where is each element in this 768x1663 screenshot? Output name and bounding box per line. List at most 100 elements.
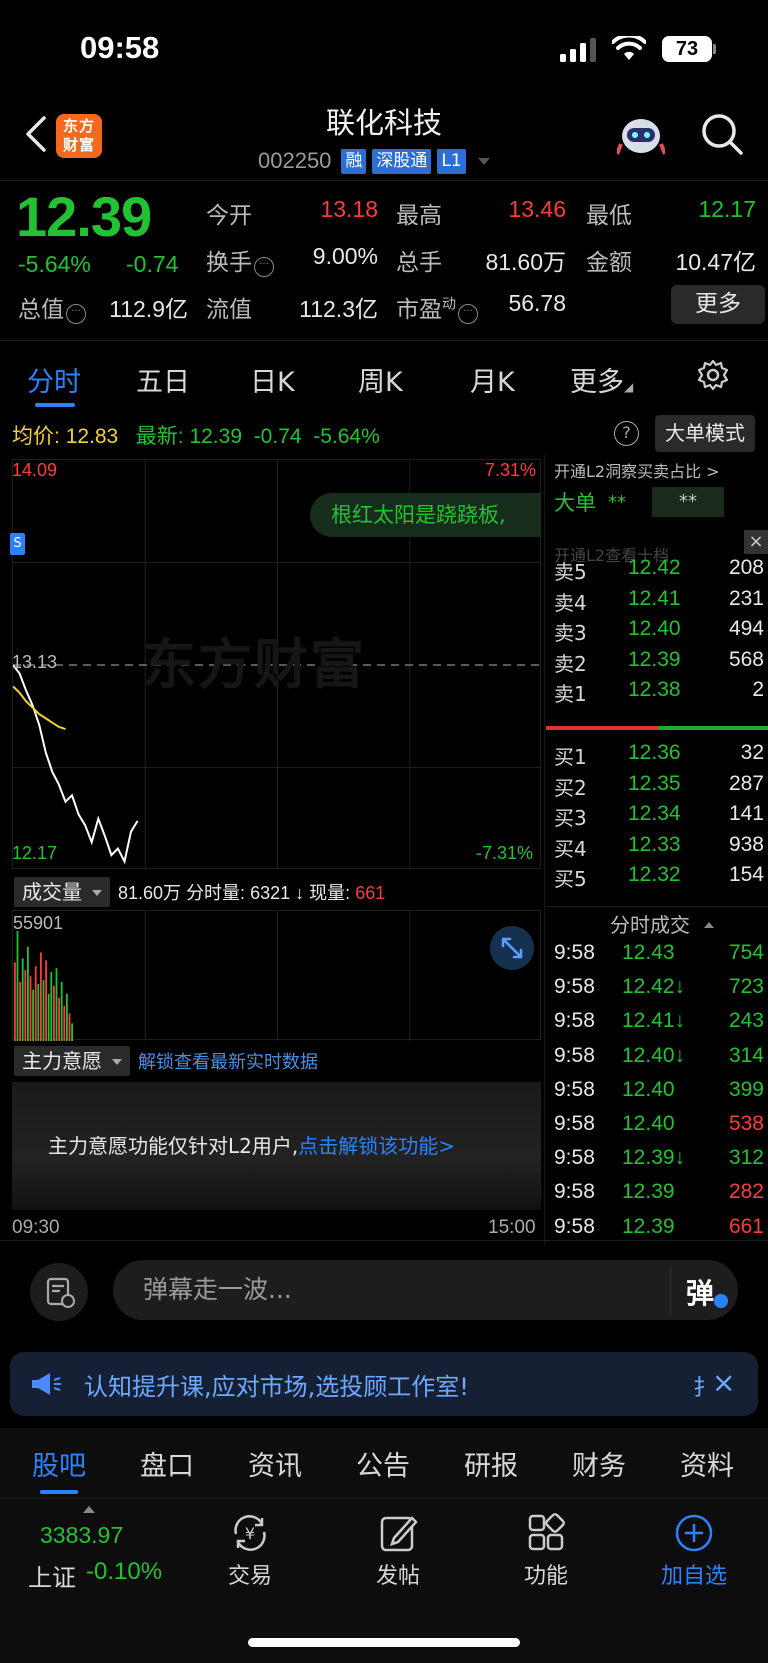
home-indicator[interactable] [248,1638,520,1647]
expand-chart-button[interactable] [490,926,534,970]
volume-chart[interactable]: 55901 [12,910,541,1041]
ask-row[interactable]: 卖2 12.39 568 [554,648,764,680]
ask-row[interactable]: 卖5 12.42 208 [554,556,764,588]
tab-order-book[interactable]: 盘口 [140,1444,194,1483]
tab-financials[interactable]: 财务 [572,1444,626,1483]
ask-level: 卖5 [554,560,587,584]
ratio-bar-sell [546,726,658,730]
bid-row[interactable]: 买3 12.34 141 [554,802,764,834]
wifi-icon [612,36,646,60]
tab-daily-k[interactable]: 日K [250,360,295,399]
tab-forum[interactable]: 股吧 [32,1444,86,1483]
tick-time: 9:58 [554,1009,595,1033]
big-order-value: ** [608,491,626,513]
volume-info: 81.60万 分时量: 6321 ↓ 现量: 661 [118,879,385,905]
avg-label: 均价: [12,425,60,448]
bid-row[interactable]: 买4 12.33 938 [554,833,764,865]
volume-bar [19,981,21,1041]
tick-price: 12.43 [622,941,675,964]
ask-row[interactable]: 卖3 12.40 494 [554,617,764,649]
stock-code-row[interactable]: 002250 融 深股通 L1 [258,146,490,176]
index-name[interactable]: 上证 [28,1558,76,1593]
danmu-send-button[interactable]: 弹 [670,1260,738,1320]
willingness-row: 主力意愿 解锁查看最新实时数据 [14,1043,318,1079]
nav-add-watchlist[interactable]: 加自选 [644,1512,744,1590]
tab-announcements[interactable]: 公告 [356,1444,410,1483]
tab-profile[interactable]: 资料 [680,1444,734,1483]
big-order-mode-button[interactable]: 大单模式 [655,415,755,452]
gear-icon[interactable] [696,358,730,392]
change-amount: -0.74 [126,251,179,277]
info-icon[interactable]: ··· [254,257,274,277]
tick-row: 9:58 12.43 754 [554,941,764,973]
pe-value: 56.78 [508,290,566,316]
help-icon[interactable]: ? [614,421,639,446]
tab-active-indicator [35,403,75,407]
tab-news[interactable]: 资讯 [248,1444,302,1483]
tab-monthly-k[interactable]: 月K [470,360,515,399]
promo-banner[interactable]: 认知提升课,应对市场,选投顾工作室! 扌 × [10,1352,758,1416]
bid-price: 12.36 [628,741,681,764]
tick-quantity: 312 [728,1146,764,1170]
bid-row[interactable]: 买1 12.36 32 [554,741,764,773]
latest-value: 12.39 [189,425,243,448]
tick-time: 9:58 [554,1077,595,1101]
bid-row[interactable]: 买5 12.32 154 [554,863,764,895]
ask-row[interactable]: 卖1 12.38 2 [554,678,764,710]
divider [0,180,768,181]
info-icon[interactable]: ··· [66,304,86,324]
volume-bar [45,960,47,1041]
open-value: 13.18 [320,196,378,222]
ask-price: 12.39 [628,647,681,671]
margin-tag: 融 [341,148,367,174]
tick-row: 9:58 12.39 282 [554,1180,764,1212]
willingness-selector[interactable]: 主力意愿 [14,1046,130,1076]
sell-marker[interactable]: S [10,533,25,555]
index-value[interactable]: 3383.97 [40,1522,123,1549]
bid-quantity: 287 [728,771,764,795]
tab-five-day[interactable]: 五日 [136,360,190,399]
bid-row[interactable]: 买2 12.35 287 [554,772,764,804]
tab-weekly-k[interactable]: 周K [358,360,403,399]
more-button[interactable]: 更多 [671,285,765,324]
nav-functions[interactable]: 功能 [496,1512,596,1590]
divider [0,1240,768,1241]
indicator-selector[interactable]: 成交量 [14,877,110,907]
tab-research[interactable]: 研报 [464,1444,518,1483]
unlock-feature-link[interactable]: 点击解锁该功能> [298,1134,455,1158]
tick-time: 9:58 [554,975,595,999]
l2-promo-link[interactable]: 开通L2洞察买卖占比 > [554,458,768,482]
ticks-header[interactable]: 分时成交 [610,909,714,938]
robot-assistant-icon[interactable] [617,114,665,158]
float-cap-label: 流值 [206,297,252,323]
ask-quantity: 2 [752,678,764,701]
amount-value: 10.47亿 [675,249,756,275]
volume-row: 成交量 81.60万 分时量: 6321 ↓ 现量: 661 [14,876,385,908]
ask-row[interactable]: 卖4 12.41 231 [554,587,764,619]
nav-trade[interactable]: ¥ 交易 [200,1512,300,1590]
danmu-bubble[interactable]: 根红太阳是跷跷板, [310,493,541,537]
low-value: 12.17 [698,196,756,222]
info-icon[interactable]: ··· [458,304,478,324]
tab-intraday[interactable]: 分时 [27,360,81,399]
close-icon[interactable]: × [712,1368,735,1398]
tick-price: 12.42↓ [622,975,686,999]
tick-quantity: 399 [728,1077,764,1101]
unlock-realtime-link[interactable]: 解锁查看最新实时数据 [138,1048,318,1074]
nav-post[interactable]: 发帖 [348,1512,448,1590]
danmu-input[interactable]: 弹幕走一波... [113,1260,738,1320]
danmu-send-label: 弹 [686,1277,715,1310]
turnover-label: 换手 ··· [206,243,274,277]
index-percent[interactable]: -0.10% [86,1558,162,1586]
tab-more[interactable]: 更多◢ [570,360,633,399]
tick-row: 9:58 12.39 661 [554,1215,764,1247]
minute-volume: 6321 [250,883,291,903]
level-tag: L1 [437,148,466,174]
section-tabs: 股吧 盘口 资讯 公告 研报 财务 资料 [0,1428,768,1498]
search-icon[interactable] [700,112,744,156]
close-icon[interactable]: × [744,530,768,554]
note-settings-button[interactable] [30,1263,88,1321]
tick-price: 12.40 [622,1077,675,1101]
volume-bar [34,966,37,1041]
ask-quantity: 208 [728,556,764,579]
